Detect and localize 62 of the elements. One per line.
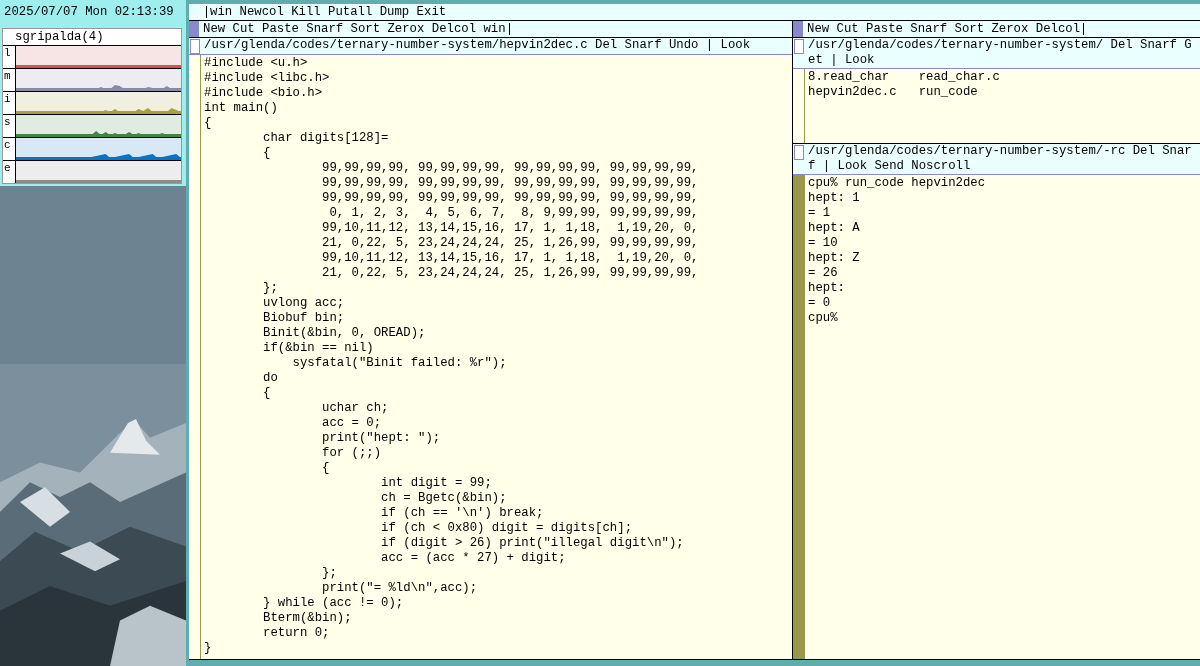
- code-line: 99,10,11,12, 13,14,15,16, 17, 1, 1,18, 1,19,20, 0,: [321, 251, 699, 266]
- code-line: #include <u.h>: [204, 56, 309, 71]
- code-line: 99,99,99,99, 99,99,99,99, 99,99,99,99, 99,99,99,99,: [321, 191, 699, 206]
- output-line: = 10: [808, 236, 839, 251]
- code-line: } while (acc != 0);: [262, 596, 405, 611]
- output-line: hept: A: [808, 221, 861, 236]
- scrollbar[interactable]: [793, 175, 805, 659]
- code-line: 99,10,11,12, 13,14,15,16, 17, 1, 1,18, 1,19,20, 0,: [321, 221, 699, 236]
- code-line: }: [204, 641, 213, 656]
- output-line: hept: Z: [808, 251, 861, 266]
- output-line: = 0: [808, 296, 832, 311]
- code-line: 0, 1, 2, 3, 4, 5, 6, 7, 8, 9,99,99, 99,99,99,99,: [328, 206, 699, 221]
- code-line: };: [321, 566, 338, 581]
- code-line: int digit = 99;: [380, 476, 493, 491]
- code-line: 99,99,99,99, 99,99,99,99, 99,99,99,99, 99,99,99,99,: [321, 161, 699, 176]
- clock-text: 2025/07/07 Mon 02:13:39: [3, 4, 175, 21]
- code-line: acc = 0;: [321, 416, 383, 431]
- code-line: {: [321, 461, 331, 476]
- file-name[interactable]: 8.read_char: [808, 70, 919, 85]
- output-line: cpu% run_code hepvin2dec: [808, 176, 986, 191]
- window-handle[interactable]: [190, 39, 200, 54]
- code-line: sysfatal("Binit failed: %r");: [291, 356, 508, 371]
- code-line: uvlong acc;: [262, 296, 346, 311]
- code-line: return 0;: [262, 626, 331, 641]
- code-line: if (ch == '\n') break;: [380, 506, 545, 521]
- output-line: hept: 1: [808, 191, 861, 206]
- code-line: ch = Bgetc(&bin);: [380, 491, 508, 506]
- code-line: Binit(&bin, 0, OREAD);: [262, 326, 427, 341]
- window-handle[interactable]: [794, 145, 804, 160]
- code-line: if(&bin == nil): [262, 341, 375, 356]
- code-line: 99,99,99,99, 99,99,99,99, 99,99,99,99, 99,99,99,99,: [321, 176, 699, 191]
- window-handle[interactable]: [794, 39, 804, 54]
- code-line: print("= %ld\n",acc);: [321, 581, 479, 596]
- code-line: 21, 0,22, 5, 23,24,24,24, 25, 1,26,99, 99,99,99,99,: [321, 266, 699, 281]
- file-name[interactable]: hepvin2dec.c: [808, 85, 919, 100]
- column-handle[interactable]: [793, 21, 803, 37]
- code-line: char digits[128]=: [262, 131, 390, 146]
- code-line: int main(): [204, 101, 279, 116]
- file-name[interactable]: run_code: [918, 85, 1030, 100]
- code-line: print("hept: ");: [321, 431, 442, 446]
- code-line: Bterm(&bin);: [262, 611, 353, 626]
- code-line: };: [262, 281, 279, 296]
- code-line: {: [262, 386, 272, 401]
- output-line: hept:: [808, 281, 846, 296]
- code-line: {: [262, 146, 272, 161]
- code-line: if (digit > 26) print("illegal digit\n");: [380, 536, 685, 551]
- output-line: = 26: [808, 266, 839, 281]
- code-line: for (;;): [321, 446, 383, 461]
- file-name[interactable]: read_char.c: [918, 70, 1030, 85]
- output-line: cpu%: [808, 311, 839, 326]
- code-line: #include <libc.h>: [204, 71, 331, 86]
- code-line: 21, 0,22, 5, 23,24,24,24, 25, 1,26,99, 99,99,99,99,: [321, 236, 699, 251]
- code-line: acc = (acc * 27) + digit;: [380, 551, 567, 566]
- code-line: if (ch < 0x80) digit = digits[ch];: [380, 521, 633, 536]
- code-line: uchar ch;: [321, 401, 390, 416]
- code-line: do: [262, 371, 279, 386]
- column-handle[interactable]: [189, 21, 199, 37]
- stats-title: sgripalda(4): [14, 29, 105, 45]
- output-line: = 1: [808, 206, 832, 221]
- code-line: Biobuf bin;: [262, 311, 346, 326]
- code-line: {: [204, 116, 213, 131]
- code-line: #include <bio.h>: [204, 86, 324, 101]
